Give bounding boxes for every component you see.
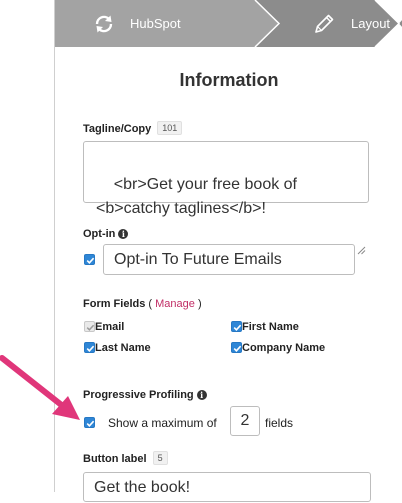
button-label-input[interactable]: Get the book! [83,472,371,502]
tagline-char-count: 101 [157,121,183,135]
email-field-label: Email [95,321,125,333]
max-fields-input[interactable]: 2 [230,406,260,436]
close-paren: ) [197,298,202,310]
button-label-row: Button label 5 [83,451,168,465]
settings-panel: HubSpot Layout Information Tagline/Copy 1… [54,0,402,502]
first-name-checkbox[interactable] [231,321,242,332]
company-name-field-label: Company Name [242,342,326,354]
last-name-checkbox[interactable] [84,342,95,353]
info-icon[interactable]: i [118,229,129,239]
tagline-label: Tagline/Copy [83,123,152,135]
form-fields-label-row: Form Fields ( Manage ) [83,298,202,310]
section-title: Information [179,70,279,90]
open-paren: ( [148,298,153,310]
step-layout[interactable]: Layout [255,0,402,47]
resize-handle-icon[interactable] [357,191,366,255]
manage-link[interactable]: Manage [155,298,195,310]
pencil-icon [311,11,337,37]
tagline-text: <br>Get your free book of <b>catchy tagl… [96,176,297,217]
optin-label: Opt-in [83,228,116,240]
optin-checkbox[interactable] [84,254,95,265]
optin-text-input[interactable]: Opt-in To Future Emails [103,244,355,275]
sync-icon [91,11,117,37]
email-checkbox[interactable] [84,321,95,332]
last-name-field-label: Last Name [95,342,151,354]
info-icon[interactable]: i [196,390,207,400]
progressive-profiling-label: Progressive Profiling [83,389,194,401]
step-layout-label: Layout [351,16,391,31]
company-name-checkbox[interactable] [231,342,242,353]
button-label-label: Button label [83,453,147,465]
progressive-profiling-checkbox[interactable] [84,417,95,428]
step-hubspot[interactable]: HubSpot [55,0,255,47]
tagline-textarea[interactable]: <br>Get your free book of <b>catchy tagl… [83,141,369,255]
fields-text: fields [265,416,294,430]
progressive-profiling-label-row: Progressive Profiling i [83,389,207,401]
annotation-arrow-icon [0,355,80,420]
show-maximum-text: Show a maximum of [108,416,217,430]
form-fields-label: Form Fields [83,298,146,310]
optin-label-row: Opt-in i [83,228,129,240]
wizard-steps: HubSpot Layout [55,0,402,47]
step-hubspot-label: HubSpot [130,16,181,31]
button-label-char-count: 5 [152,451,168,465]
tagline-label-row: Tagline/Copy 101 [83,121,183,135]
first-name-field-label: First Name [242,321,299,333]
